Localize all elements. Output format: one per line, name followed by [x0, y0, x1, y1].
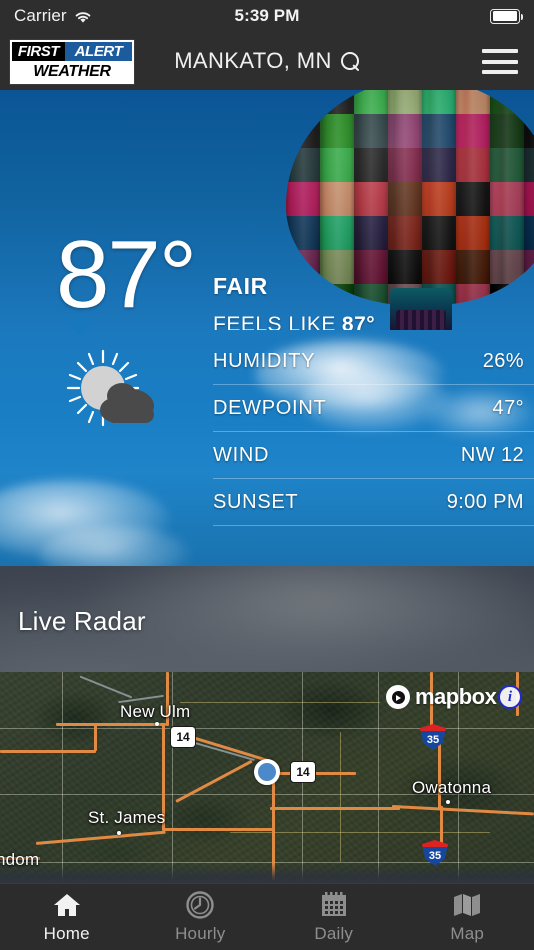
- battery-full-icon: [490, 9, 520, 24]
- feels-like-value: 87°: [342, 313, 375, 330]
- highway-shield-us14: 14: [170, 726, 196, 748]
- detail-row-dewpoint: DEWPOINT 47°: [213, 385, 534, 432]
- detail-row-humidity: HUMIDITY 26%: [213, 338, 534, 385]
- detail-value: 26%: [483, 350, 534, 373]
- search-icon[interactable]: [341, 52, 360, 71]
- clock-icon: [185, 890, 215, 920]
- calendar-icon: [319, 890, 349, 920]
- tab-label-daily: Daily: [314, 924, 353, 944]
- detail-value: 9:00 PM: [447, 491, 534, 514]
- tab-label-hourly: Hourly: [175, 924, 225, 944]
- status-bar-left: Carrier: [14, 6, 92, 26]
- radar-map[interactable]: New Ulm St. James ndom Owatonna 14 14 35…: [0, 672, 534, 883]
- conditions-details-panel: HUMIDITY 26% DEWPOINT 47° WIND NW 12 SUN…: [0, 330, 534, 566]
- weather-app-screen: Carrier 5:39 PM FIRST ALERT WEATHER MANK…: [0, 0, 534, 950]
- feels-like: FEELS LIKE 87°: [213, 313, 375, 330]
- detail-label: HUMIDITY: [213, 350, 315, 373]
- hamburger-menu-icon[interactable]: [482, 49, 518, 74]
- carrier-label: Carrier: [14, 6, 67, 26]
- tab-map[interactable]: Map: [401, 890, 534, 944]
- details-rows: HUMIDITY 26% DEWPOINT 47° WIND NW 12 SUN…: [213, 338, 534, 526]
- live-radar-title: Live Radar: [18, 606, 146, 637]
- wifi-icon: [74, 9, 92, 23]
- map-info-icon[interactable]: i: [498, 685, 522, 709]
- current-condition: FAIR: [213, 273, 268, 300]
- map-place-label: Owatonna: [412, 778, 491, 798]
- highway-shield-us14: 14: [290, 761, 316, 783]
- map-place-label: St. James: [88, 808, 165, 828]
- tab-home[interactable]: Home: [0, 890, 134, 944]
- map-place-label: New Ulm: [120, 702, 190, 722]
- detail-value: NW 12: [461, 444, 534, 467]
- app-header: FIRST ALERT WEATHER MANKATO, MN: [0, 32, 534, 90]
- detail-label: DEWPOINT: [213, 397, 326, 420]
- tab-label-map: Map: [450, 924, 484, 944]
- detail-value: 47°: [493, 397, 534, 420]
- tab-label-home: Home: [44, 924, 90, 944]
- status-bar: Carrier 5:39 PM: [0, 0, 534, 32]
- detail-label: SUNSET: [213, 491, 298, 514]
- current-location-dot: [254, 759, 280, 785]
- sun-behind-cloud-icon: [60, 348, 170, 434]
- current-conditions-hero[interactable]: 87° FAIR FEELS LIKE87° Updated 2 minutes…: [0, 90, 534, 330]
- mapbox-attribution[interactable]: mapbox: [386, 684, 496, 710]
- hot-air-balloon-photo: [286, 90, 534, 330]
- status-bar-right: [490, 9, 520, 24]
- mapbox-logo-icon: [386, 685, 410, 709]
- current-location-label: MANKATO, MN: [174, 48, 332, 74]
- map-icon: [452, 890, 482, 920]
- home-icon: [52, 890, 82, 920]
- detail-row-wind: WIND NW 12: [213, 432, 534, 479]
- location-search-button[interactable]: MANKATO, MN: [0, 32, 534, 90]
- mapbox-wordmark: mapbox: [415, 684, 496, 710]
- tab-daily[interactable]: Daily: [267, 890, 401, 944]
- tab-hourly[interactable]: Hourly: [134, 890, 268, 944]
- bottom-tab-bar: Home Hourly: [0, 883, 534, 950]
- current-temperature: 87°: [56, 230, 195, 320]
- feels-like-label: FEELS LIKE: [213, 313, 336, 330]
- detail-label: WIND: [213, 444, 269, 467]
- detail-row-sunset: SUNSET 9:00 PM: [213, 479, 534, 526]
